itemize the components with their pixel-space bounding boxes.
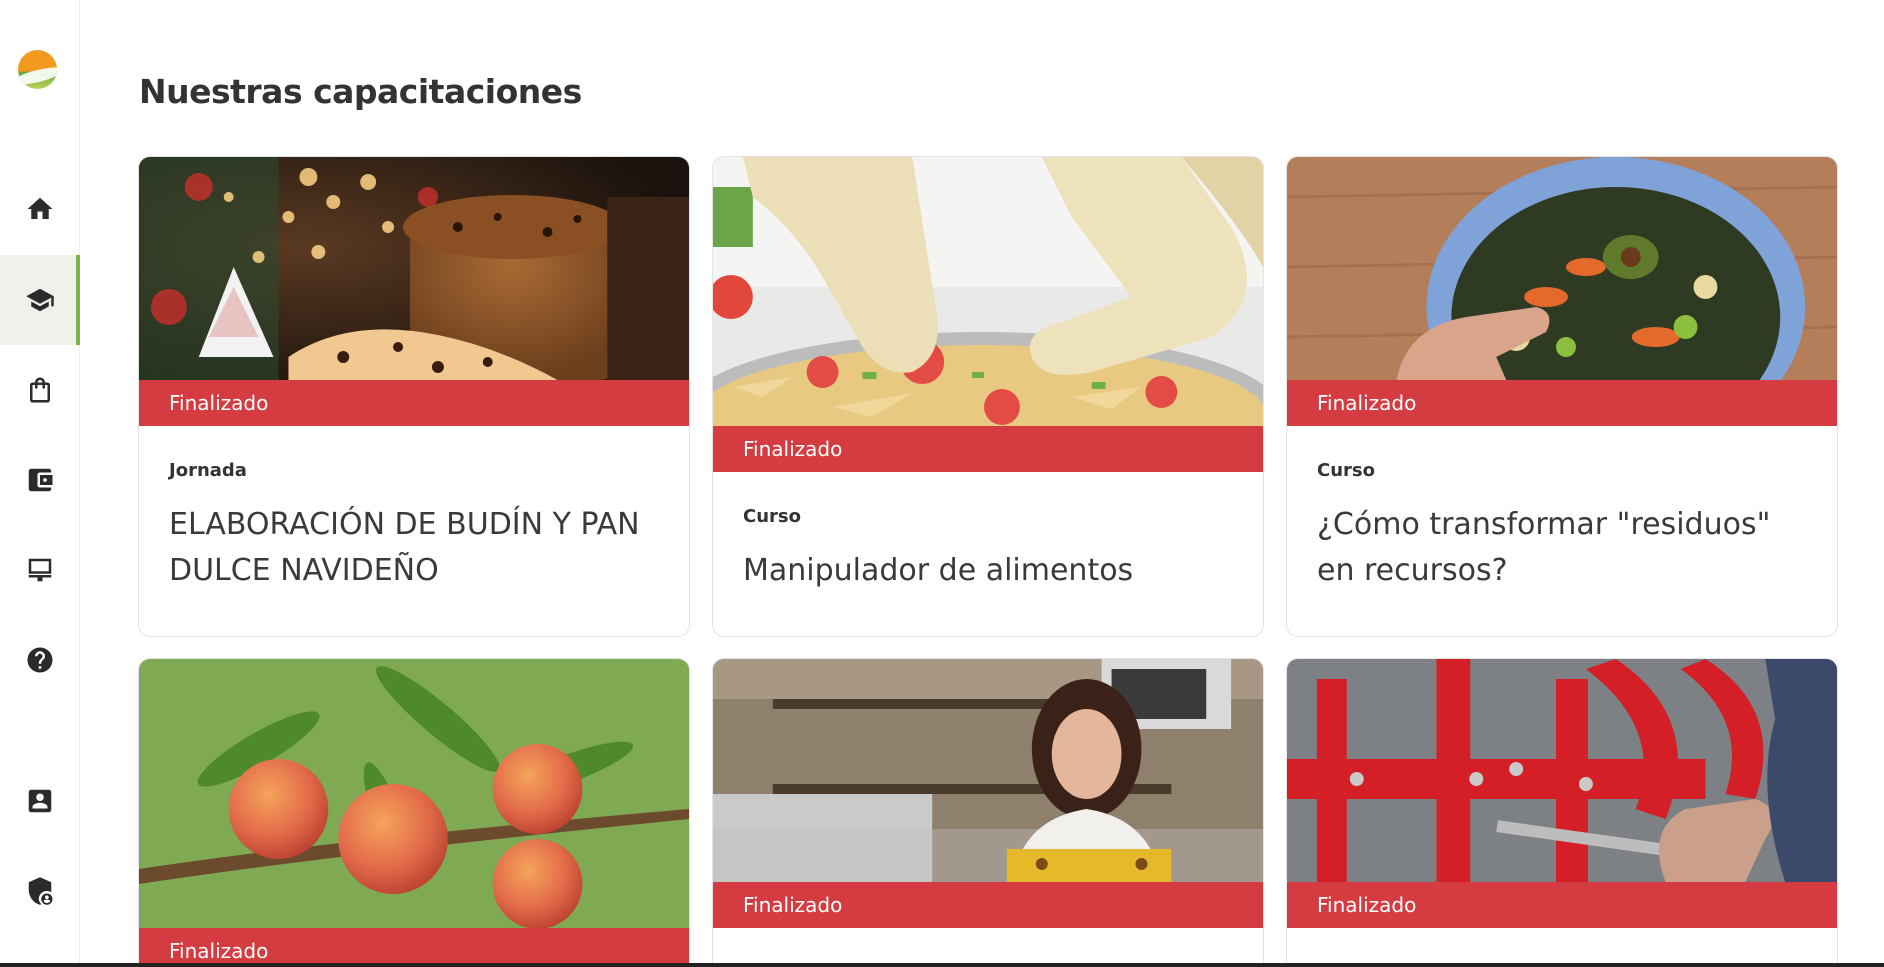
sidebar-item-billetera[interactable] bbox=[0, 435, 80, 525]
card-title: ¿Cómo transformar "residuos" en recursos… bbox=[1317, 507, 1771, 588]
contact-card-icon bbox=[28, 789, 52, 813]
gloved-hands-pizza-photo bbox=[713, 157, 1263, 426]
compost-bin-photo bbox=[1287, 157, 1837, 380]
status-badge: Finalizado bbox=[1287, 380, 1837, 426]
card-type: Curso bbox=[743, 506, 801, 527]
shield-user-icon bbox=[28, 877, 53, 905]
home-icon bbox=[27, 197, 53, 219]
sidebar-item-tienda[interactable] bbox=[0, 345, 80, 435]
card-title: Manipulador de alimentos bbox=[743, 553, 1134, 588]
course-card[interactable]: Finalizado Jornada ELABORACIÓN DE BUDÍN … bbox=[138, 156, 690, 637]
sidebar-item-capacitaciones[interactable] bbox=[0, 255, 80, 345]
graduation-cap-icon bbox=[26, 288, 54, 312]
presentation-board-icon bbox=[28, 558, 52, 582]
sidebar-item-home[interactable] bbox=[0, 164, 80, 254]
course-card[interactable]: Finalizado bbox=[138, 658, 690, 967]
status-badge: Finalizado bbox=[1287, 882, 1837, 928]
card-title: ELABORACIÓN DE BUDÍN Y PAN DULCE NAVIDEÑ… bbox=[169, 507, 640, 588]
window-bottom-border bbox=[0, 963, 1884, 967]
status-badge: Finalizado bbox=[713, 882, 1263, 928]
course-card[interactable]: Finalizado Curso ¿Cómo transformar "resi… bbox=[1286, 156, 1838, 637]
status-badge: Finalizado bbox=[139, 380, 689, 426]
status-badge: Finalizado bbox=[713, 426, 1263, 472]
cafe-worker-photo bbox=[713, 659, 1263, 882]
course-card[interactable]: Finalizado Curso Manipulador de alimento… bbox=[712, 156, 1264, 637]
card-type: Curso bbox=[1317, 460, 1375, 481]
card-type: Jornada bbox=[169, 460, 247, 481]
shopping-bag-icon bbox=[30, 377, 50, 403]
sidebar-item-ayuda[interactable] bbox=[0, 615, 80, 705]
course-card[interactable]: Finalizado bbox=[712, 658, 1264, 967]
main-content: Nuestras capacitaciones Finalizado Jorna… bbox=[80, 0, 1884, 967]
sidebar-item-presentacion[interactable] bbox=[0, 525, 80, 615]
help-icon bbox=[27, 647, 53, 673]
wallet-icon bbox=[28, 468, 53, 492]
course-card[interactable]: Finalizado bbox=[1286, 658, 1838, 967]
panettone-photo bbox=[139, 157, 689, 380]
sidebar bbox=[0, 0, 80, 967]
peaches-photo bbox=[139, 659, 689, 928]
page-title: Nuestras capacitaciones bbox=[139, 72, 582, 111]
logo-icon[interactable] bbox=[18, 50, 57, 89]
sidebar-item-perfil[interactable] bbox=[0, 756, 80, 846]
red-farm-machinery-photo bbox=[1287, 659, 1837, 882]
status-badge: Finalizado bbox=[139, 928, 689, 967]
sidebar-item-privacidad[interactable] bbox=[0, 846, 80, 936]
